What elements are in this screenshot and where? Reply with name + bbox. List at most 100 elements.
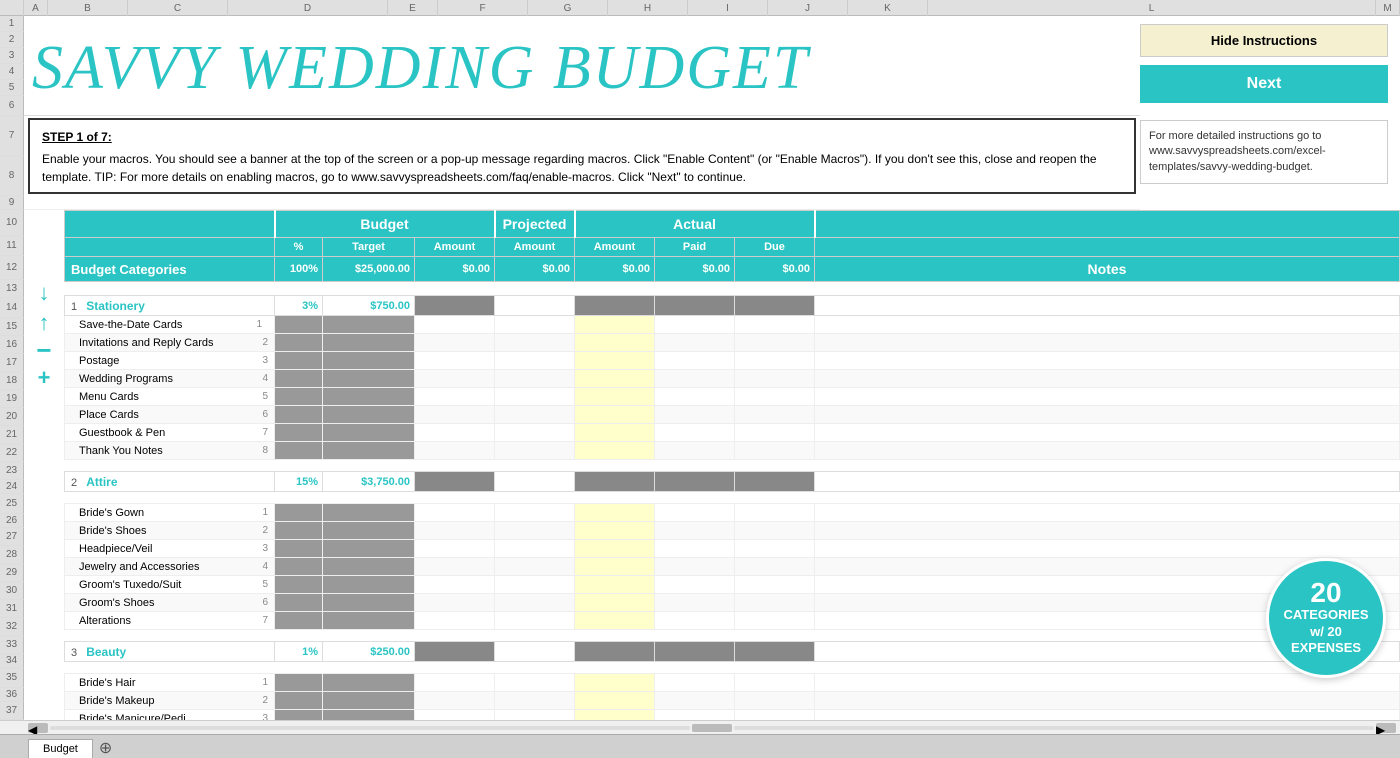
total-amount: $0.00 [415,257,495,282]
actual-header: Actual [575,211,815,238]
col-header-l: L [928,0,1376,16]
table-totals-row: Budget Categories 100% $25,000.00 $0.00 … [65,257,1400,282]
step-title: STEP 1 of 7: [42,128,1122,146]
row-num-10: 10 [0,210,24,236]
badge-line4: EXPENSES [1291,640,1361,657]
row-num-3: 3 [0,48,24,64]
cat-header [65,211,275,238]
row-num-35: 35 [0,668,24,688]
minus-icon[interactable]: − [36,340,51,361]
col-notes-sub [815,238,1400,257]
projected-header: Projected [495,211,575,238]
list-item: 7 Guestbook & Pen [65,424,1400,442]
badge-big-num: 20 [1310,579,1341,607]
list-item: 3 Postage [65,352,1400,370]
plus-icon[interactable]: + [38,365,51,391]
row-num-29: 29 [0,564,24,582]
budget-header: Budget [275,211,495,238]
col-header-b: B [48,0,128,16]
list-item: 2 Bride's Makeup [65,692,1400,710]
cat-pct-stationery: 3% [275,296,323,316]
spacer-row [65,492,1400,504]
cat-num-1: 1 [71,301,77,313]
row-num-13: 13 [0,280,24,298]
row-num-6: 6 [0,96,24,116]
col-cat-sub [65,238,275,257]
col-header-d: D [228,0,388,16]
category-row-beauty: 3 Beauty 1% $250.00 [65,642,1400,662]
cat-proj-bea [495,642,575,662]
row-num-30: 30 [0,582,24,600]
col-header-a: A [24,0,48,16]
col-header-c: C [128,0,228,16]
hide-instructions-button[interactable]: Hide Instructions [1140,24,1388,57]
cat-name-beauty: Beauty [86,645,126,659]
category-row-stationery: 1 Stationery 3% $750.00 [65,296,1400,316]
list-item: 2 Bride's Shoes [65,522,1400,540]
row-num-31: 31 [0,600,24,618]
cat-act-gray-2 [575,472,655,492]
down-arrow-icon[interactable]: ↓ [39,280,50,306]
horizontal-scrollbar[interactable]: ◀ ▶ [0,720,1400,734]
cat-act-gray-1 [575,296,655,316]
tab-budget[interactable]: Budget [28,739,93,758]
col-header-j: J [768,0,848,16]
row-num-21: 21 [0,426,24,444]
cat-pct-beauty: 1% [275,642,323,662]
cat-paid-gray-2 [655,472,735,492]
row-num-12: 12 [0,256,24,280]
list-item: 1 Bride's Gown [65,504,1400,522]
badge-line3: w/ 20 [1310,624,1342,641]
row-num-37: 37 [0,702,24,720]
row-num-1: 1 [0,16,24,32]
total-target: $25,000.00 [323,257,415,282]
tab-add-button[interactable]: ⊕ [93,738,118,758]
scroll-right-arrow[interactable]: ▶ [1376,723,1396,733]
cat-due-gray-3 [735,642,815,662]
col-header-m: M [1376,0,1400,16]
scroll-thumb[interactable] [692,724,732,732]
total-paid: $0.00 [655,257,735,282]
cat-gray-3 [415,642,495,662]
row-num-11: 11 [0,236,24,256]
row-num-23: 23 [0,462,24,480]
list-item: 6 Place Cards [65,406,1400,424]
row-num-25: 25 [0,494,24,514]
scroll-left-arrow[interactable]: ◀ [28,723,48,733]
col-header-e: E [388,0,438,16]
col-proj-sub: Amount [495,238,575,257]
cat-num-2: 2 [71,477,77,489]
total-act: $0.00 [575,257,655,282]
col-paid-sub: Paid [655,238,735,257]
list-item: 1 Bride's Hair [65,674,1400,692]
cat-target-stationery: $750.00 [323,296,415,316]
notes-label: Notes [815,257,1400,282]
list-item: 8 Thank You Notes [65,442,1400,460]
row-num-2: 2 [0,32,24,48]
instructions-body: Enable your macros. You should see a ban… [42,150,1122,186]
list-item: 4 Jewelry and Accessories [65,558,1400,576]
cat-notes-stat [815,296,1400,316]
row-num-20: 20 [0,408,24,426]
cat-name-attire: Attire [86,475,117,489]
cat-target-attire: $3,750.00 [323,472,415,492]
total-pct: 100% [275,257,323,282]
next-button[interactable]: Next [1140,65,1388,103]
col-pct-sub: % [275,238,323,257]
row-num-24: 24 [0,480,24,494]
row-num-4: 4 [0,64,24,80]
list-item: 1 Save-the-Date Cards [65,316,1400,334]
side-instructions: For more detailed instructions go to www… [1140,120,1388,184]
category-row-attire: 2 Attire 15% $3,750.00 [65,472,1400,492]
up-arrow-icon[interactable]: ↑ [39,310,50,336]
row-num-18: 18 [0,372,24,390]
table-header-sub: % Target Amount Amount Amount Paid Due [65,238,1400,257]
table-header-main: Budget Projected Actual [65,211,1400,238]
cat-due-gray-2 [735,472,815,492]
list-item: 7 Alterations [65,612,1400,630]
item-label: Invitations and Reply Cards [69,337,214,349]
col-amount-sub: Amount [415,238,495,257]
col-due-sub: Due [735,238,815,257]
cat-proj-stat [495,296,575,316]
list-item: 3 Headpiece/Veil [65,540,1400,558]
